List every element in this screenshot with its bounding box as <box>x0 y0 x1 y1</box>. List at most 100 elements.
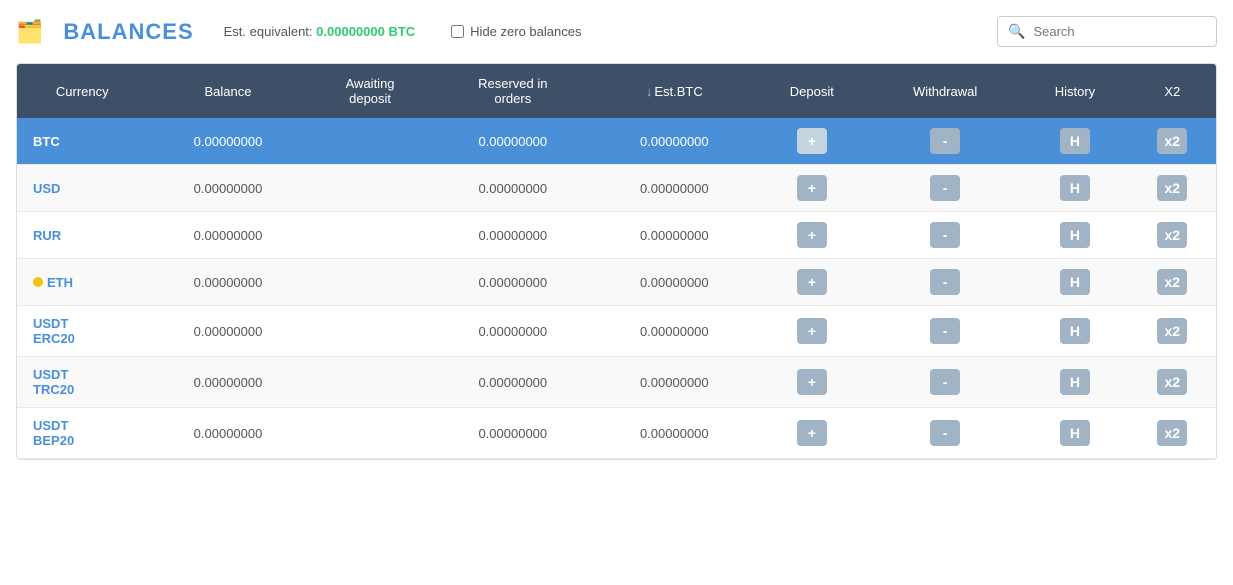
balance-cell: 0.00000000 <box>148 408 309 459</box>
x2-button[interactable]: x2 <box>1157 420 1187 446</box>
currency-name[interactable]: BTC <box>33 134 60 149</box>
estbtc-cell: 0.00000000 <box>594 118 755 165</box>
reserved-cell: 0.00000000 <box>432 212 594 259</box>
search-input[interactable] <box>1033 24 1206 39</box>
withdrawal-cell: - <box>869 118 1022 165</box>
table-row: USD0.000000000.000000000.00000000+-Hx2 <box>17 165 1216 212</box>
x2-cell: x2 <box>1129 259 1216 306</box>
withdrawal-button[interactable]: - <box>930 369 960 395</box>
estbtc-cell: 0.00000000 <box>594 357 755 408</box>
currency-cell: RUR <box>17 212 148 259</box>
awaiting-cell <box>308 357 431 408</box>
withdrawal-button[interactable]: - <box>930 175 960 201</box>
col-balance: Balance <box>148 64 309 118</box>
currency-name[interactable]: RUR <box>33 228 61 243</box>
balance-cell: 0.00000000 <box>148 212 309 259</box>
reserved-cell: 0.00000000 <box>432 118 594 165</box>
est-equiv-label: Est. equivalent: 0.00000000 BTC <box>224 24 416 39</box>
estbtc-cell: 0.00000000 <box>594 408 755 459</box>
withdrawal-cell: - <box>869 408 1022 459</box>
history-button[interactable]: H <box>1060 369 1090 395</box>
x2-button[interactable]: x2 <box>1157 269 1187 295</box>
search-box: 🔍 <box>997 16 1217 47</box>
withdrawal-cell: - <box>869 357 1022 408</box>
reserved-cell: 0.00000000 <box>432 306 594 357</box>
deposit-button[interactable]: + <box>797 369 827 395</box>
awaiting-cell <box>308 259 431 306</box>
balance-cell: 0.00000000 <box>148 306 309 357</box>
currency-cell: ETH <box>17 259 148 306</box>
deposit-button[interactable]: + <box>797 420 827 446</box>
header: 🗂️ BALANCES Est. equivalent: 0.00000000 … <box>16 16 1217 47</box>
currency-name[interactable]: ETH <box>47 275 73 290</box>
history-cell: H <box>1021 165 1128 212</box>
history-button[interactable]: H <box>1060 318 1090 344</box>
deposit-button[interactable]: + <box>797 269 827 295</box>
history-button[interactable]: H <box>1060 269 1090 295</box>
currency-cell: USDT ERC20 <box>17 306 148 357</box>
withdrawal-button[interactable]: - <box>930 420 960 446</box>
est-value: 0.00000000 BTC <box>316 24 415 39</box>
awaiting-cell <box>308 212 431 259</box>
history-cell: H <box>1021 212 1128 259</box>
balances-icon: 🗂️ <box>16 19 43 45</box>
balance-cell: 0.00000000 <box>148 259 309 306</box>
withdrawal-cell: - <box>869 259 1022 306</box>
awaiting-cell <box>308 118 431 165</box>
x2-button[interactable]: x2 <box>1157 318 1187 344</box>
col-deposit: Deposit <box>755 64 869 118</box>
awaiting-cell <box>308 408 431 459</box>
withdrawal-button[interactable]: - <box>930 222 960 248</box>
history-button[interactable]: H <box>1060 420 1090 446</box>
hide-zero-label[interactable]: Hide zero balances <box>451 24 581 39</box>
history-cell: H <box>1021 118 1128 165</box>
awaiting-cell <box>308 165 431 212</box>
x2-cell: x2 <box>1129 408 1216 459</box>
page-title: BALANCES <box>63 19 193 45</box>
x2-button[interactable]: x2 <box>1157 128 1187 154</box>
balances-table: Currency Balance Awaitingdeposit Reserve… <box>17 64 1216 459</box>
deposit-button[interactable]: + <box>797 222 827 248</box>
x2-button[interactable]: x2 <box>1157 175 1187 201</box>
table-row: USDT TRC200.000000000.000000000.00000000… <box>17 357 1216 408</box>
estbtc-cell: 0.00000000 <box>594 259 755 306</box>
deposit-button[interactable]: + <box>797 175 827 201</box>
deposit-cell: + <box>755 165 869 212</box>
hide-zero-checkbox[interactable] <box>451 25 464 38</box>
table-row: USDT ERC200.000000000.000000000.00000000… <box>17 306 1216 357</box>
currency-cell: USDT TRC20 <box>17 357 148 408</box>
withdrawal-cell: - <box>869 165 1022 212</box>
withdrawal-button[interactable]: - <box>930 128 960 154</box>
eth-dot <box>33 277 43 287</box>
deposit-button[interactable]: + <box>797 128 827 154</box>
reserved-cell: 0.00000000 <box>432 408 594 459</box>
reserved-cell: 0.00000000 <box>432 259 594 306</box>
balance-cell: 0.00000000 <box>148 165 309 212</box>
currency-name[interactable]: USDT ERC20 <box>33 316 75 346</box>
col-estbtc[interactable]: ↓Est.BTC <box>594 64 755 118</box>
currency-cell: USDT BEP20 <box>17 408 148 459</box>
deposit-button[interactable]: + <box>797 318 827 344</box>
table-row: RUR0.000000000.000000000.00000000+-Hx2 <box>17 212 1216 259</box>
currency-name[interactable]: USD <box>33 181 60 196</box>
currency-name[interactable]: USDT TRC20 <box>33 367 74 397</box>
col-x2: X2 <box>1129 64 1216 118</box>
history-button[interactable]: H <box>1060 128 1090 154</box>
withdrawal-button[interactable]: - <box>930 269 960 295</box>
currency-name[interactable]: USDT BEP20 <box>33 418 74 448</box>
search-icon: 🔍 <box>1008 23 1025 40</box>
history-cell: H <box>1021 259 1128 306</box>
page-wrapper: 🗂️ BALANCES Est. equivalent: 0.00000000 … <box>0 0 1233 585</box>
history-button[interactable]: H <box>1060 222 1090 248</box>
x2-cell: x2 <box>1129 357 1216 408</box>
withdrawal-button[interactable]: - <box>930 318 960 344</box>
reserved-cell: 0.00000000 <box>432 165 594 212</box>
history-button[interactable]: H <box>1060 175 1090 201</box>
table-wrapper: ⚙ Currency Balance Awaitingdeposit Reser… <box>16 63 1217 460</box>
x2-button[interactable]: x2 <box>1157 222 1187 248</box>
history-cell: H <box>1021 357 1128 408</box>
x2-cell: x2 <box>1129 306 1216 357</box>
deposit-cell: + <box>755 212 869 259</box>
x2-button[interactable]: x2 <box>1157 369 1187 395</box>
withdrawal-cell: - <box>869 212 1022 259</box>
